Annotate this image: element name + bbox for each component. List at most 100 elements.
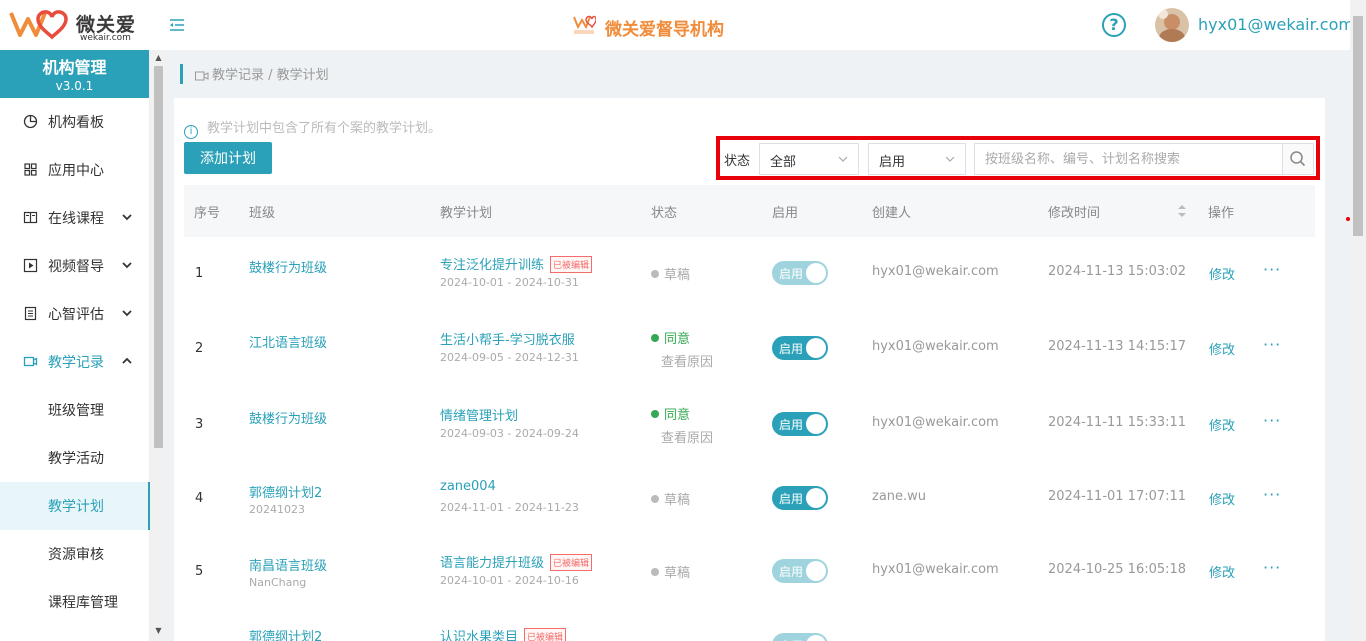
more-actions-icon[interactable]: ··· [1263, 335, 1281, 354]
sidebar-subitem-course-library[interactable]: 课程库管理 [0, 578, 150, 626]
sidebar-item-video-supervision[interactable]: 视频督导 [0, 242, 150, 290]
class-link[interactable]: 郭德纲计划2 [249, 482, 322, 501]
sidebar-subitem-label: 教学活动 [48, 451, 104, 467]
add-plan-button[interactable]: 添加计划 [184, 142, 272, 174]
help-icon[interactable]: ? [1102, 13, 1126, 37]
breadcrumb: 教学记录 / 教学计划 [180, 64, 329, 84]
top-bar: 微关爱 wekair.com 微关爱督导机构 ? hyx01@wekair.co… [0, 0, 1366, 50]
page-scrollbar[interactable] [1350, 0, 1366, 641]
sidebar-subitem-teaching-plan[interactable]: 教学计划 [0, 482, 150, 530]
edit-link[interactable]: 修改 [1209, 264, 1235, 283]
chevron-down-icon [838, 156, 848, 162]
status-text: 草稿 [664, 268, 691, 283]
toggle-label: 启用 [779, 637, 803, 641]
info-icon: i [184, 125, 198, 139]
row-no: 5 [195, 564, 204, 579]
plan-link[interactable]: 情绪管理计划 [440, 405, 518, 424]
brand-logo-icon [573, 15, 596, 34]
status-dot [651, 270, 659, 278]
col-plan: 教学计划 [440, 206, 493, 221]
scroll-up-arrow-icon[interactable]: ▲ [154, 54, 163, 62]
sidebar-item-app-center[interactable]: 应用中心 [0, 146, 150, 194]
status-text: 草稿 [664, 566, 691, 581]
toggle-label: 启用 [779, 267, 804, 281]
view-reason-link[interactable]: 查看原因 [661, 427, 713, 446]
plan-link[interactable]: 语言能力提升班级 已被编辑 [440, 552, 593, 571]
sidebar-subitem-teaching-activity[interactable]: 教学活动 [0, 434, 150, 482]
enable-toggle[interactable]: 启用 [772, 412, 828, 436]
status-badge: 草稿 [651, 489, 690, 508]
sort-icon[interactable] [1177, 204, 1187, 218]
sidebar-item-online-course[interactable]: 在线课程 [0, 194, 150, 242]
status-dot [651, 568, 659, 576]
class-link[interactable]: 江北语言班级 [249, 332, 327, 351]
toggle-label: 启用 [779, 565, 804, 579]
plan-name: 语言能力提升班级 [440, 556, 545, 571]
sidebar-item-dashboard[interactable]: 机构看板 [0, 98, 150, 146]
row-no: 1 [195, 266, 204, 281]
info-tip-text: 教学计划中包含了所有个案的教学计划。 [207, 121, 442, 136]
enable-select[interactable]: 启用 [868, 143, 966, 175]
plan-date-range: 2024-10-01 - 2024-10-16 [440, 574, 579, 587]
sidebar-scroll-thumb[interactable] [154, 66, 163, 448]
plan-link[interactable]: 认识水果类目 已被编辑 [440, 626, 567, 641]
sidebar-subitem-class-management[interactable]: 班级管理 [0, 386, 150, 434]
filter-bar: 状态 全部 启用 [716, 136, 1320, 180]
status-badge: 草稿 [651, 264, 690, 283]
enable-toggle[interactable]: 启用 [772, 336, 828, 360]
col-actions: 操作 [1208, 206, 1235, 221]
sidebar-subitem-label: 资源审核 [48, 547, 104, 563]
sidebar-scrollbar[interactable]: ▲ ▼ [150, 50, 167, 641]
sidebar-item-teaching-record[interactable]: 教学记录 [0, 338, 150, 386]
plan-name: 认识水果类目 [440, 630, 519, 641]
info-tip: i 教学计划中包含了所有个案的教学计划。 [184, 117, 441, 139]
sidebar-item-mind-assessment[interactable]: 心智评估 [0, 290, 150, 338]
status-select[interactable]: 全部 [759, 143, 859, 175]
toggle-knob [806, 488, 826, 508]
enable-toggle[interactable]: 启用 [772, 633, 828, 641]
edit-link[interactable]: 修改 [1209, 415, 1235, 434]
modified-time: 2024-10-25 16:05:18 [1048, 562, 1187, 577]
edit-link[interactable]: 修改 [1209, 339, 1235, 358]
scroll-down-arrow-icon[interactable]: ▼ [154, 627, 163, 635]
enable-toggle[interactable]: 启用 [772, 261, 828, 285]
creator: zane.wu [872, 489, 927, 504]
edit-link[interactable]: 修改 [1209, 562, 1235, 581]
status-dot [651, 334, 659, 342]
status-filter-label: 状态 [724, 154, 751, 169]
toggle-label: 启用 [779, 342, 804, 356]
search-input[interactable] [975, 144, 1282, 174]
class-link[interactable]: 鼓楼行为班级 [249, 408, 327, 427]
more-actions-icon[interactable]: ··· [1263, 558, 1281, 577]
row-no: 2 [195, 341, 204, 356]
plan-link[interactable]: 生活小帮手-学习脱衣服 [440, 329, 575, 348]
edit-link[interactable]: 修改 [1209, 489, 1235, 508]
view-reason-link[interactable]: 查看原因 [661, 351, 713, 370]
collapse-menu-icon[interactable] [168, 16, 186, 34]
col-modified[interactable]: 修改时间 [1048, 202, 1100, 221]
breadcrumb-text: 教学记录 / 教学计划 [212, 68, 329, 83]
sidebar-subitem-resource-review[interactable]: 资源审核 [0, 530, 150, 578]
cursor-marker [1346, 217, 1350, 221]
plan-link[interactable]: 专注泛化提升训练 已被编辑 [440, 254, 593, 273]
logo[interactable]: 微关爱 wekair.com [8, 7, 138, 45]
avatar[interactable] [1155, 8, 1189, 42]
chevron-down-icon [122, 214, 132, 221]
toggle-knob [806, 635, 826, 641]
table-row: 2 江北语言班级 生活小帮手-学习脱衣服 2024-09-05 - 2024-1… [184, 311, 1315, 387]
class-link[interactable]: 南昌语言班级 [249, 555, 327, 574]
more-actions-icon[interactable]: ··· [1263, 260, 1281, 279]
book-icon [23, 211, 38, 224]
plan-link[interactable]: zane004 [440, 479, 496, 494]
more-actions-icon[interactable]: ··· [1263, 411, 1281, 430]
class-link[interactable]: 郭德纲计划2 [249, 626, 322, 641]
search-button[interactable] [1282, 143, 1314, 175]
toggle-knob [806, 338, 826, 358]
user-email[interactable]: hyx01@wekair.com [1198, 15, 1354, 34]
enable-toggle[interactable]: 启用 [772, 486, 828, 510]
enable-toggle[interactable]: 启用 [772, 559, 828, 583]
logo-domain: wekair.com [80, 33, 131, 43]
class-link[interactable]: 鼓楼行为班级 [249, 257, 327, 276]
page-scroll-thumb[interactable] [1353, 16, 1363, 236]
more-actions-icon[interactable]: ··· [1263, 485, 1281, 504]
